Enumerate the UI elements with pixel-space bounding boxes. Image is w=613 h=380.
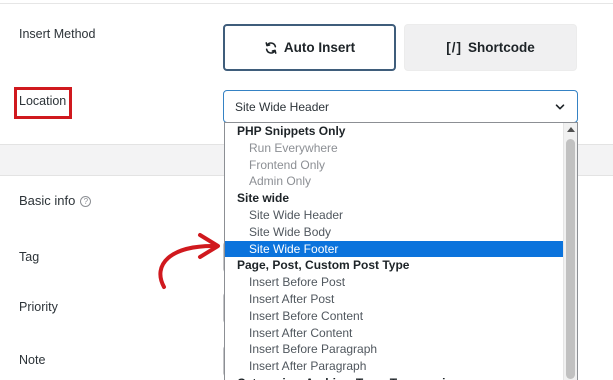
scroll-up-arrow-icon[interactable]	[567, 127, 575, 132]
auto-insert-label: Auto Insert	[283, 40, 356, 55]
dropdown-option[interactable]: Site Wide Header	[225, 207, 564, 224]
dropdown-option[interactable]: Insert After Paragraph	[225, 358, 564, 375]
chevron-down-icon	[555, 104, 565, 110]
refresh-icon	[265, 41, 277, 54]
shortcode-label: Shortcode	[467, 40, 535, 55]
dropdown-option: Run Everywhere	[249, 140, 338, 155]
location-selected-value: Site Wide Header	[235, 99, 330, 114]
shortcode-icon: [/]	[446, 40, 462, 55]
dropdown-option: Admin Only	[249, 174, 312, 189]
location-label: Location	[19, 94, 67, 108]
dropdown-group-label: Page, Post, Custom Post Type	[237, 258, 410, 273]
shortcode-button[interactable]: [/] Shortcode	[404, 24, 577, 71]
dropdown-option[interactable]: Insert Before Content	[225, 308, 564, 325]
dropdown-option[interactable]: Insert After Post	[225, 291, 564, 308]
dropdown-option[interactable]: Insert After Content	[225, 325, 564, 342]
help-icon[interactable]: ?	[80, 196, 92, 207]
location-dropdown[interactable]: PHP Snippets Only Run Everywhere Frontend …	[224, 122, 578, 380]
dropdown-group-label: PHP Snippets Only	[237, 124, 346, 138]
basic-info-label: Basic info	[19, 193, 76, 208]
note-label: Note	[19, 353, 46, 367]
annotation-arrow-icon	[158, 233, 220, 289]
scroll-thumb[interactable]	[566, 139, 575, 379]
dropdown-list: PHP Snippets Only Run Everywhere Frontend …	[225, 123, 564, 380]
dropdown-group-label: Categories, Archive, Tags, Taxonomies	[225, 375, 564, 380]
basic-info-heading: Basic info?	[19, 193, 92, 208]
dropdown-option[interactable]: Insert Before Paragraph	[225, 341, 564, 358]
dropdown-option[interactable]: Site Wide Body	[225, 224, 564, 241]
dropdown-scrollbar[interactable]	[563, 123, 577, 380]
dropdown-option: Frontend Only	[249, 157, 326, 172]
dropdown-group-label: Site wide	[237, 191, 290, 206]
dropdown-option[interactable]: Insert Before Post	[225, 274, 564, 291]
top-divider	[0, 3, 613, 4]
priority-label: Priority	[19, 300, 58, 314]
insert-method-label: Insert Method	[19, 27, 96, 41]
location-select[interactable]: Site Wide Header	[223, 90, 578, 123]
dropdown-option[interactable]: Site Wide Footer	[225, 240, 564, 258]
auto-insert-button[interactable]: Auto Insert	[223, 24, 396, 71]
tag-label: Tag	[19, 250, 40, 264]
